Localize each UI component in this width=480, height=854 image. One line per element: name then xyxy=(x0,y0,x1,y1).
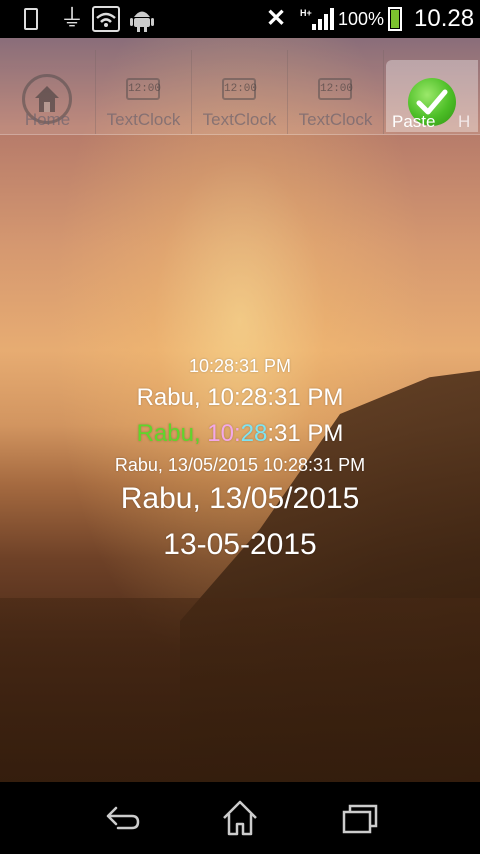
tab-label: TextClock xyxy=(202,110,277,129)
navigation-bar xyxy=(0,782,480,854)
tab-textclock-2[interactable]: 12:00 TextClock xyxy=(192,50,288,134)
tab-label: Home xyxy=(24,110,71,129)
battery-charging-icon xyxy=(388,7,402,31)
textclock-time: 10:28:31 PM xyxy=(188,356,292,376)
back-button[interactable] xyxy=(98,798,146,838)
phone-icon xyxy=(24,8,38,30)
tab-partial-label[interactable]: H xyxy=(458,112,470,132)
clock-icon: 12:00 xyxy=(222,78,257,100)
network-type-label: H+ xyxy=(300,8,312,18)
colored-minute: 28 xyxy=(240,420,268,447)
recent-apps-button[interactable] xyxy=(336,798,384,838)
home-nav-icon xyxy=(223,800,257,836)
colored-day: Rabu, xyxy=(136,420,201,447)
tab-label: TextClock xyxy=(298,110,373,129)
tab-label: TextClock xyxy=(106,110,181,129)
colored-hour: 10 xyxy=(207,420,234,447)
recent-apps-icon xyxy=(342,804,378,834)
battery-percent: 100% xyxy=(338,9,385,29)
network-signal-icon: H+ xyxy=(300,6,334,32)
textclock-colored: Rabu, 10:28:31 PM xyxy=(0,420,480,448)
tab-paste-label: Paste xyxy=(392,112,436,131)
clock-icon: 12:00 xyxy=(318,78,353,100)
tab-textclock-3[interactable]: 12:00 TextClock xyxy=(288,50,384,134)
textclock-day-date: Rabu, 13/05/2015 xyxy=(120,482,360,515)
status-bar: ⏚ ✕ H+ 100% 10.28 xyxy=(0,0,480,38)
back-icon xyxy=(106,806,140,830)
colored-separator: : xyxy=(234,420,241,447)
wifi-settings-icon xyxy=(92,6,120,32)
android-icon xyxy=(130,6,154,32)
home-button[interactable] xyxy=(216,798,264,838)
clock-icon: 12:00 xyxy=(126,78,161,100)
no-signal-icon: ✕ xyxy=(266,5,287,32)
tab-textclock-1[interactable]: 12:00 TextClock xyxy=(96,50,192,134)
tab-home[interactable]: Home xyxy=(0,50,96,134)
status-clock: 10.28 xyxy=(414,5,475,32)
textclock-full-datetime: Rabu, 13/05/2015 10:28:31 PM xyxy=(114,455,366,475)
colored-rest: :31 PM xyxy=(267,420,344,447)
usb-icon: ⏚ xyxy=(60,5,84,32)
textclock-day-time: Rabu, 10:28:31 PM xyxy=(136,384,344,411)
textclock-date: 13-05-2015 xyxy=(163,528,317,561)
